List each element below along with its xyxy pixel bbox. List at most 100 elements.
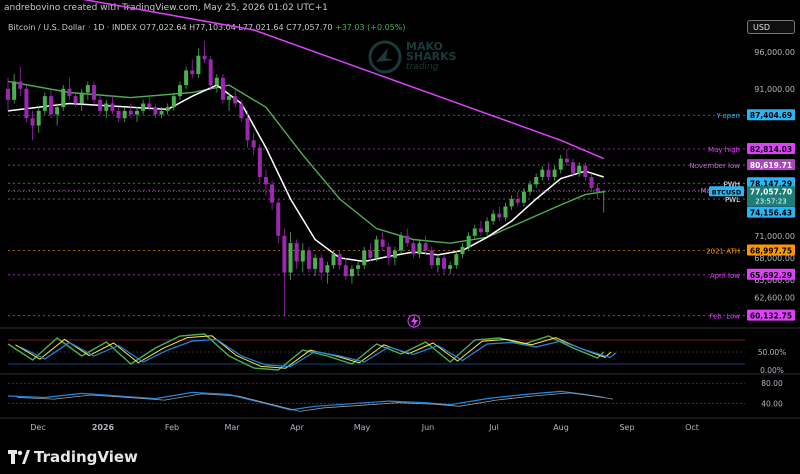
candle-body [24,88,29,119]
candle-body [564,158,569,163]
candle-body [147,103,152,108]
candle-body [374,239,379,258]
candle-body [263,177,268,185]
price-chart-svg[interactable]: 96,000.0091,000.0071,000.0068,000.0065,0… [0,0,800,474]
candle-body [306,250,311,269]
candle-body [435,257,440,266]
candle-body [171,96,176,108]
candle-body [583,165,588,177]
candle-body [503,206,508,218]
candle-body [73,96,78,104]
price-axis-label: 96,000.00 [754,48,795,57]
candle-body [362,250,367,266]
candle-body [36,110,41,126]
candle-body [571,162,576,174]
candle-body [165,107,170,111]
candle-body [423,243,428,251]
candle-body [184,70,189,86]
lightning-glyph [411,316,418,327]
candle-body [417,243,422,255]
time-axis-label: May [354,423,371,432]
candle-body [558,158,563,170]
time-axis-label: Aug [553,423,569,432]
time-axis-label: Jul [488,423,499,432]
candle-body [208,59,213,86]
brand-name: TradingView [34,448,138,466]
candle-body [497,213,502,218]
level-price-value: 87,404.69 [750,111,792,120]
candle-body [589,177,594,189]
candle-body [534,177,539,185]
candle-body [288,243,293,273]
candle-body [552,169,557,177]
level-label: November low [689,162,740,170]
time-axis-label: 2026 [92,423,115,432]
candle-body [540,169,545,177]
level-label: PWL [725,196,740,204]
chart-window: andrebovino created with TradingView.com… [0,0,800,474]
price-axis-label: 62,600.00 [754,294,795,303]
candle-body [399,235,404,251]
candle-body [134,110,139,115]
candle-body [104,103,109,111]
candle-body [478,228,483,233]
candle-body [276,202,281,236]
osc1-axis-label: 0.00% [760,366,784,375]
level-price-value: 80,619.71 [750,161,792,170]
tradingview-brand[interactable]: TradingView [8,448,138,466]
candle-body [18,81,23,89]
time-axis-label: Sep [619,423,634,432]
candle-body [392,250,397,258]
candle-body [368,250,373,258]
candle-body [411,243,416,255]
candle-body [79,92,84,104]
candle-body [122,110,127,119]
candle-body [227,96,232,100]
time-axis-label: Feb [165,423,179,432]
candle-body [380,239,385,247]
level-price-value: 74,156.43 [750,209,792,218]
candle-body [300,250,305,262]
level-label: April low [710,272,740,280]
candle-body [337,254,342,266]
candle-body [405,235,410,244]
candle-body [466,235,471,247]
level-price-value: 68,997.75 [750,247,792,256]
candle-body [546,169,551,177]
candle-body [528,184,533,192]
candle-body [460,246,465,255]
candle-body [442,257,447,269]
candle-body [349,268,354,277]
wma-200-line [82,0,604,160]
candle-body [331,254,336,266]
candle-body [472,228,477,236]
bar-countdown: 23:57:23 [755,197,786,205]
time-axis-label: Jun [421,423,435,432]
candle-body [159,110,164,115]
candle-body [153,107,158,115]
candle-body [6,88,10,100]
candle-body [30,118,35,126]
level-price-value: 60,132.75 [750,312,792,321]
candle-body [220,77,225,100]
candle-body [55,107,60,115]
candle-body [386,246,391,258]
level-label: May high [708,146,740,154]
candle-body [128,110,133,115]
candle-body [110,103,115,111]
candle-body [577,165,582,174]
candle-body [356,265,361,269]
level-price-value: 65,692.29 [750,271,792,280]
candle-body [116,110,121,119]
candle-body [313,257,318,269]
candle-body [42,96,47,111]
candle-body [214,77,219,86]
level-label: Feb. Low [709,313,740,321]
ma-fast-line [7,84,604,263]
time-axis-label: Mar [224,423,240,432]
candle-body [141,103,146,111]
osc2-axis-label: 40.00 [761,400,783,409]
candle-body [12,81,17,100]
candle-body [196,55,201,75]
price-axis-label: 91,000.00 [754,85,795,94]
